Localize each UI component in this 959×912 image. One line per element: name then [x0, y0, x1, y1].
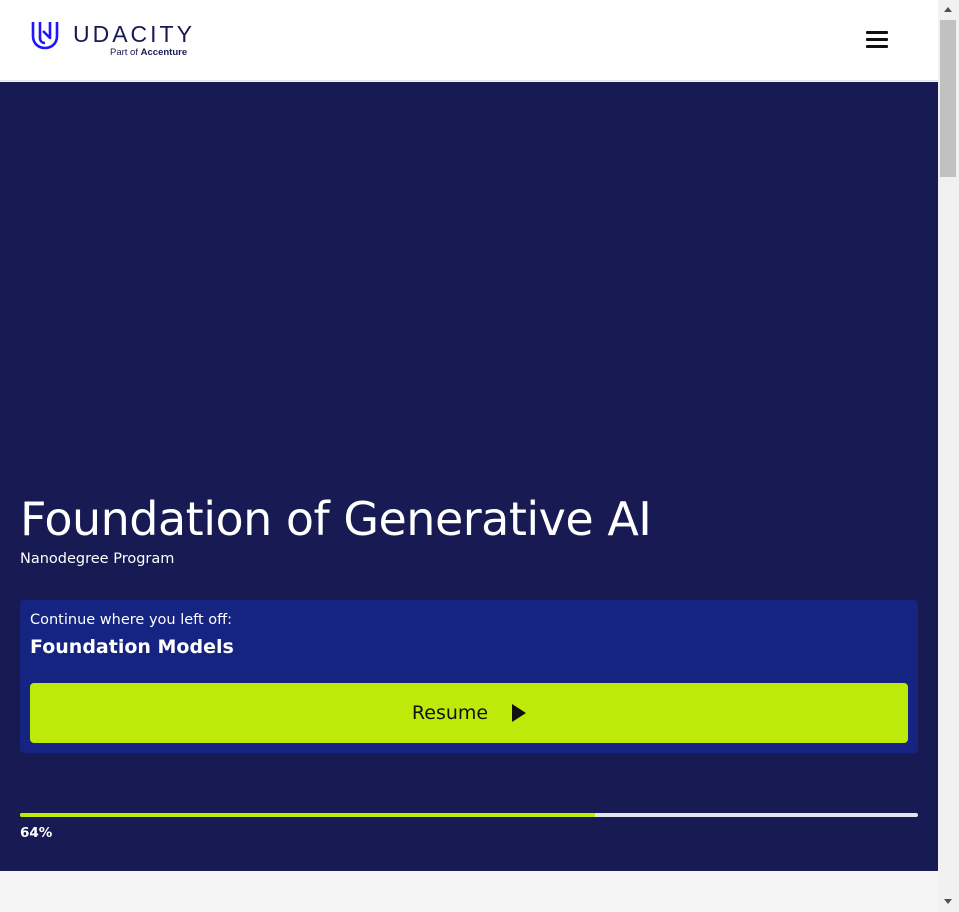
continue-prompt: Continue where you left off: [30, 612, 233, 628]
scrollbar-thumb[interactable] [940, 20, 956, 177]
logo-wordmark: UDACITY [73, 21, 195, 47]
scroll-down-arrow-icon[interactable] [944, 899, 952, 904]
udacity-logo-mark [31, 22, 59, 50]
hamburger-menu-icon[interactable] [862, 28, 892, 52]
progress-fill [20, 813, 595, 817]
menu-bar [866, 38, 888, 41]
logo-tagline: Part of Accenture [110, 47, 187, 58]
scroll-up-arrow-icon[interactable] [944, 7, 952, 12]
play-icon [512, 704, 527, 722]
program-hero: Foundation of Generative AI Nanodegree P… [0, 82, 938, 871]
page-viewport: UDACITY Part of Accenture Foundation of … [0, 0, 938, 912]
resume-button-label: Resume [411, 702, 489, 724]
logo-tagline-brand: Accenture [140, 47, 188, 58]
udacity-logo[interactable]: UDACITY Part of Accenture [30, 19, 200, 63]
resume-card: Continue where you left off: Foundation … [20, 600, 918, 753]
program-progress-bar [20, 813, 918, 817]
program-subtitle: Nanodegree Program [20, 551, 175, 567]
menu-bar [866, 45, 888, 48]
resume-button[interactable]: Resume [30, 683, 908, 743]
content-area [0, 871, 938, 912]
current-lesson-title: Foundation Models [30, 636, 234, 658]
progress-percentage: 64% [20, 825, 53, 841]
top-navbar: UDACITY Part of Accenture [0, 0, 938, 81]
program-title: Foundation of Generative AI [20, 492, 652, 546]
vertical-scrollbar[interactable] [938, 0, 959, 912]
logo-tagline-prefix: Part of [110, 47, 138, 58]
menu-bar [866, 31, 888, 34]
